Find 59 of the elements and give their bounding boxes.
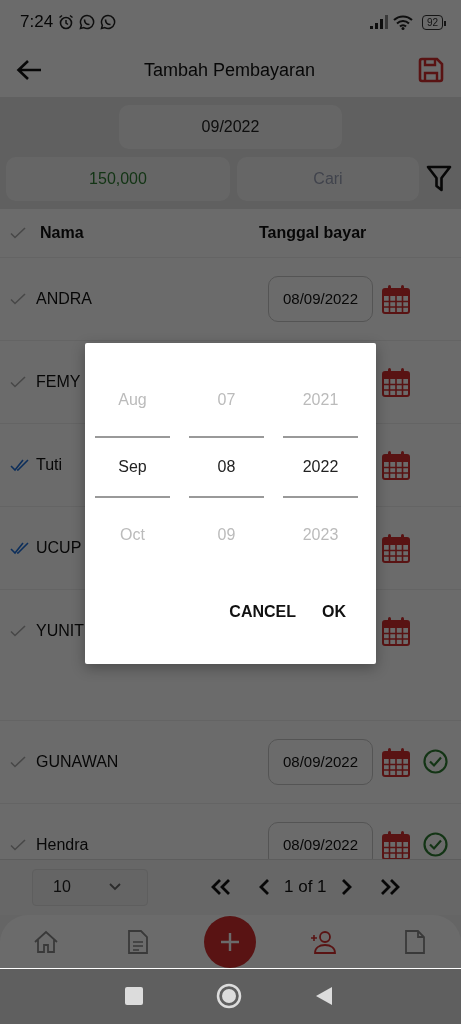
home-icon[interactable] xyxy=(215,983,242,1010)
picker-option[interactable]: Oct xyxy=(120,498,145,571)
back-icon[interactable] xyxy=(314,986,333,1007)
add-button[interactable] xyxy=(204,915,257,968)
picker-option[interactable]: 2023 xyxy=(302,498,339,571)
member-name: Hendra xyxy=(36,835,89,854)
previous-page-icon[interactable] xyxy=(258,878,270,897)
calendar-icon[interactable] xyxy=(382,746,410,777)
member-name: Tuti xyxy=(36,455,63,474)
caret-icon xyxy=(109,883,121,892)
calendar-icon[interactable] xyxy=(382,449,410,480)
member-name: UCUP xyxy=(36,538,82,557)
first-page-icon[interactable] xyxy=(210,878,232,897)
cancel-button[interactable]: CANCEL xyxy=(221,593,304,631)
next-page-icon[interactable] xyxy=(340,878,353,897)
calendar-icon[interactable] xyxy=(382,615,410,646)
member-name: YUNIT xyxy=(36,621,84,640)
column-header: Tanggal bayar xyxy=(259,223,367,242)
calendar-icon[interactable] xyxy=(382,283,410,314)
period-field[interactable]: 09/2022 xyxy=(119,104,342,149)
recents-icon[interactable] xyxy=(124,987,143,1006)
ok-button[interactable]: OK xyxy=(314,593,354,631)
document-icon[interactable] xyxy=(127,928,150,955)
page-indicator: 1 of 1 xyxy=(284,877,327,898)
picker-option[interactable]: 09 xyxy=(217,498,236,571)
picker-option[interactable]: 07 xyxy=(217,363,236,436)
back-arrow-icon[interactable] xyxy=(16,59,42,82)
chat-icon xyxy=(79,14,96,31)
chat-icon xyxy=(100,14,117,31)
battery-indicator: 92 xyxy=(421,14,443,30)
signal-icon xyxy=(369,15,388,30)
picker-selected-value[interactable]: 08 xyxy=(189,436,264,498)
calendar-icon[interactable] xyxy=(382,532,410,563)
home-icon[interactable] xyxy=(33,928,60,955)
calendar-icon[interactable] xyxy=(382,366,410,397)
last-page-icon[interactable] xyxy=(378,878,401,897)
picker-selected-value[interactable]: Sep xyxy=(95,436,170,498)
member-name: FEMY xyxy=(36,372,81,391)
save-icon[interactable] xyxy=(417,56,445,85)
wifi-icon xyxy=(392,14,413,30)
picker-selected-value[interactable]: 2022 xyxy=(283,436,358,498)
check-icon xyxy=(10,225,26,240)
member-name: ANDRA xyxy=(36,289,92,308)
payment-date-field[interactable]: 08/09/2022 xyxy=(268,738,373,785)
add-person-icon[interactable] xyxy=(309,928,336,955)
calendar-icon[interactable] xyxy=(382,829,410,859)
picker-option[interactable]: Aug xyxy=(118,363,147,436)
screen-title: Tambah Pembayaran xyxy=(143,60,316,81)
file-icon[interactable] xyxy=(403,928,426,955)
plus-icon xyxy=(220,931,241,952)
amount-field[interactable]: 150,000 xyxy=(6,156,230,201)
member-name: GUNAWAN xyxy=(36,752,119,771)
alarm-icon xyxy=(58,14,75,31)
payment-date-field[interactable]: 08/09/2022 xyxy=(268,275,373,322)
filter-icon[interactable] xyxy=(426,164,452,193)
page-size-dropdown[interactable]: 10 xyxy=(32,868,148,906)
clock-time: 7:24 xyxy=(20,12,54,33)
column-header: Nama xyxy=(40,223,85,242)
picker-option[interactable]: 2021 xyxy=(302,363,339,436)
